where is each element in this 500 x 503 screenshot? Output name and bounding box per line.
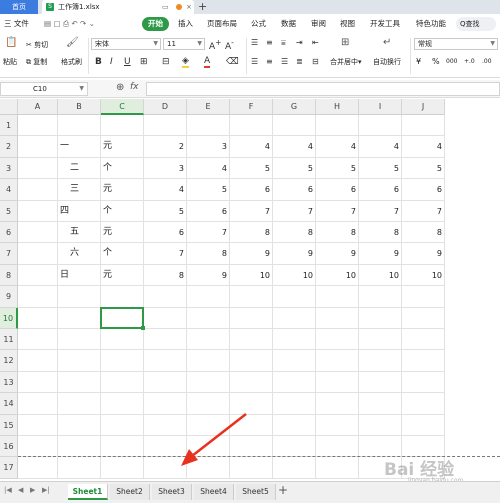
arrow-shaft (191, 413, 247, 457)
prev-sheet-icon[interactable]: ◀ (18, 486, 23, 494)
sheet-tab-sheet5[interactable]: Sheet5 (236, 484, 276, 500)
next-sheet-icon[interactable]: ▶ (30, 486, 35, 494)
arrow-head (181, 449, 198, 466)
sheet-tab-sheet2[interactable]: Sheet2 (110, 484, 150, 500)
annotation-arrow (181, 413, 247, 466)
sheet-tab-bar: |◀ ◀ ▶ ▶| Sheet1 Sheet2 Sheet3 Sheet4 Sheet5… (0, 481, 500, 503)
first-sheet-icon[interactable]: |◀ (4, 486, 12, 494)
sheet-tab-sheet4[interactable]: Sheet4 (194, 484, 234, 500)
sheet-tab-sheet1[interactable]: Sheet1 (68, 484, 108, 500)
last-sheet-icon[interactable]: ▶| (42, 486, 50, 494)
sheet-tab-sheet3[interactable]: Sheet3 (152, 484, 192, 500)
add-sheet-button[interactable]: + (278, 483, 288, 497)
